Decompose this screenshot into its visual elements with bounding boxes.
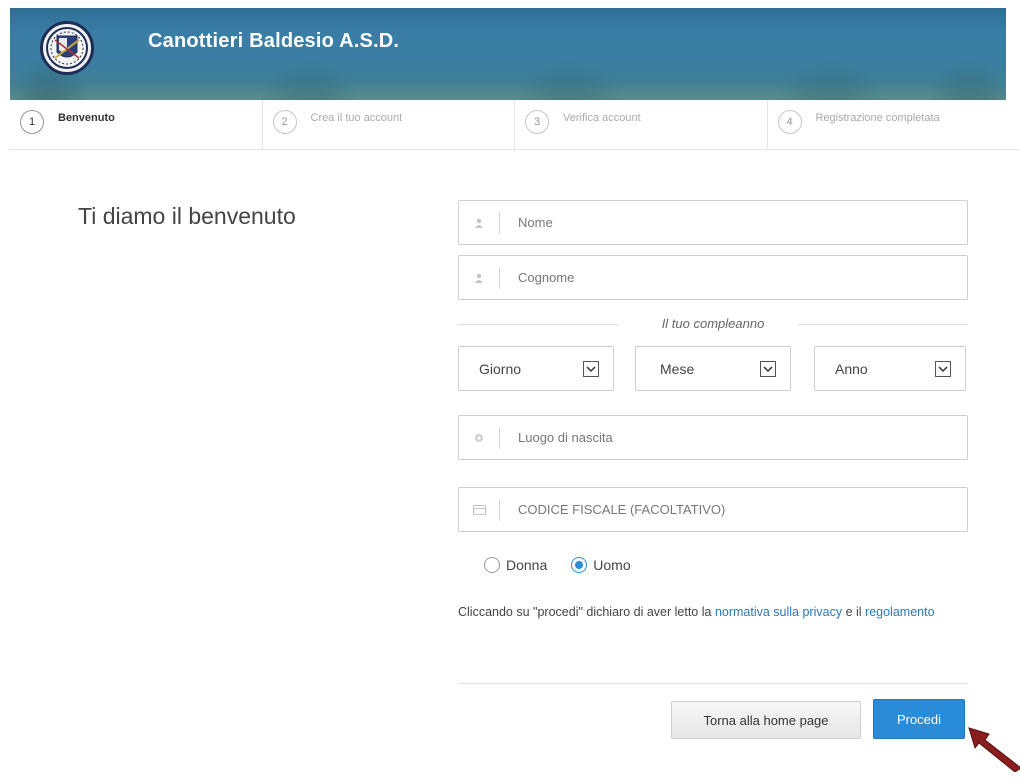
chevron-down-icon[interactable] bbox=[583, 360, 599, 377]
radio-donna-label: Donna bbox=[506, 557, 548, 573]
anno-select[interactable]: Anno bbox=[814, 346, 966, 391]
home-page-button[interactable]: Torna alla home page bbox=[671, 701, 861, 739]
user-icon bbox=[459, 273, 499, 283]
mese-value: Mese bbox=[660, 360, 695, 377]
step-verifica-account: 3 Verifica account bbox=[515, 100, 768, 150]
step-number: 1 bbox=[20, 110, 44, 134]
step-benvenuto: 1 Benvenuto bbox=[10, 100, 263, 150]
radio-circle[interactable] bbox=[484, 557, 500, 573]
radio-uomo-label: Uomo bbox=[593, 557, 631, 573]
divider-line bbox=[798, 324, 968, 325]
registration-steps: 1 Benvenuto 2 Crea il tuo account 3 Veri… bbox=[10, 100, 1020, 150]
step-crea-account: 2 Crea il tuo account bbox=[263, 100, 515, 150]
codice-fiscale-input[interactable]: CODICE FISCALE (FACOLTATIVO) bbox=[458, 487, 968, 532]
luogo-nascita-input[interactable]: Luogo di nascita bbox=[458, 415, 968, 460]
giorno-value: Giorno bbox=[479, 360, 522, 377]
nome-placeholder: Nome bbox=[518, 215, 553, 230]
step-label: Registrazione completata bbox=[815, 112, 940, 124]
form-divider bbox=[458, 683, 968, 684]
field-separator bbox=[499, 426, 500, 449]
chevron-down-icon[interactable] bbox=[935, 360, 951, 377]
field-separator bbox=[499, 498, 500, 521]
anno-value: Anno bbox=[835, 360, 868, 377]
gender-radio-group: Donna Uomo bbox=[484, 557, 655, 573]
legal-text: Cliccando su "procedi" dichiaro di aver … bbox=[458, 605, 712, 619]
cognome-placeholder: Cognome bbox=[518, 270, 575, 285]
regolamento-link[interactable]: regolamento bbox=[865, 605, 935, 619]
user-icon bbox=[459, 218, 499, 228]
page-title: Ti diamo il benvenuto bbox=[78, 203, 296, 229]
radio-circle-selected[interactable] bbox=[571, 557, 588, 573]
step-registrazione-completata: 4 Registrazione completata bbox=[768, 100, 1020, 150]
nome-input[interactable]: Nome bbox=[458, 200, 968, 245]
brand-name: Canottieri Baldesio A.S.D. bbox=[148, 30, 400, 52]
pointer-arrow-icon bbox=[968, 727, 1020, 772]
mese-select[interactable]: Mese bbox=[635, 346, 791, 391]
field-separator bbox=[499, 211, 500, 234]
header-background bbox=[10, 8, 1006, 100]
field-separator bbox=[499, 266, 500, 289]
crest-icon bbox=[46, 27, 88, 69]
step-number: 3 bbox=[525, 110, 549, 134]
radio-donna[interactable]: Donna bbox=[484, 557, 547, 573]
site-header: Canottieri Baldesio A.S.D. bbox=[10, 8, 1006, 100]
proceed-button[interactable]: Procedi bbox=[873, 699, 965, 739]
step-label: Crea il tuo account bbox=[310, 112, 403, 124]
step-label: Benvenuto bbox=[58, 112, 115, 124]
step-number: 2 bbox=[272, 110, 297, 134]
chevron-down-icon[interactable] bbox=[760, 360, 776, 377]
location-icon bbox=[459, 433, 499, 443]
privacy-notice: Cliccando su "procedi" dichiaro di aver … bbox=[458, 602, 978, 622]
giorno-select[interactable]: Giorno bbox=[458, 346, 614, 391]
luogo-placeholder: Luogo di nascita bbox=[518, 430, 613, 445]
privacy-link[interactable]: normativa sulla privacy bbox=[715, 605, 842, 619]
step-label: Verifica account bbox=[563, 112, 641, 124]
legal-text-and: e il bbox=[845, 605, 862, 619]
step-number: 4 bbox=[777, 110, 802, 134]
radio-uomo[interactable]: Uomo bbox=[571, 557, 631, 573]
id-card-icon bbox=[459, 504, 499, 515]
cf-placeholder: CODICE FISCALE (FACOLTATIVO) bbox=[518, 502, 726, 517]
cognome-input[interactable]: Cognome bbox=[458, 255, 968, 300]
club-logo-icon[interactable] bbox=[40, 21, 94, 75]
birthday-divider: Il tuo compleanno bbox=[458, 316, 968, 332]
